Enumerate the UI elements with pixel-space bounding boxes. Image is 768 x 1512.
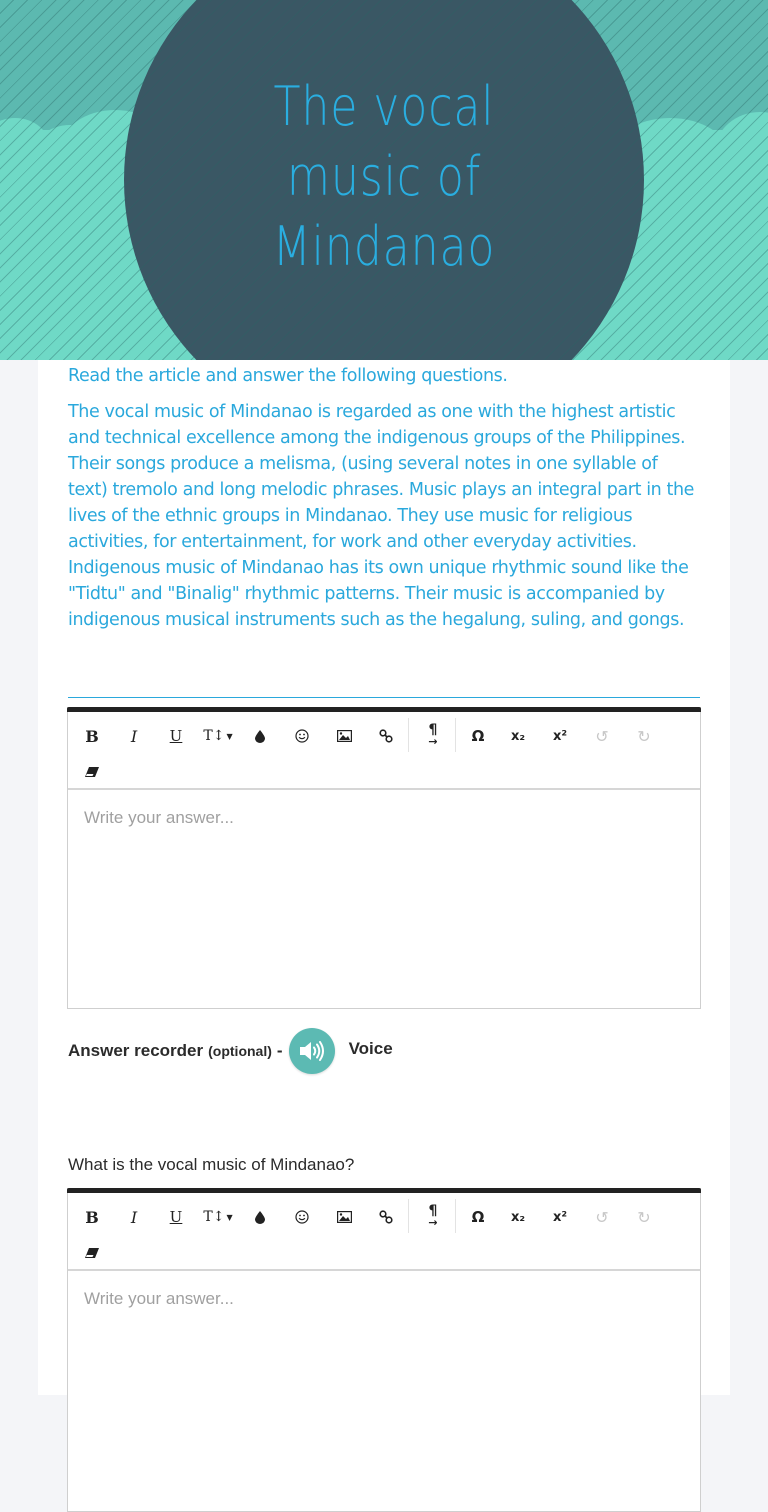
image-icon bbox=[336, 1211, 352, 1223]
text-size-icon: T↕ bbox=[203, 728, 225, 744]
superscript-icon: x² bbox=[552, 1209, 568, 1225]
redo-button[interactable]: ↻ bbox=[626, 1201, 662, 1233]
answer-input[interactable]: Write your answer... bbox=[68, 790, 700, 1008]
editor-toolbar: B I U T↕ ▼ ¶ → Ω x₂ x² ↺ ↻ bbox=[68, 1193, 700, 1271]
underline-icon: U bbox=[169, 727, 183, 745]
header-banner: The vocal music of Mindanao bbox=[0, 0, 768, 360]
speaker-icon bbox=[299, 1041, 324, 1061]
undo-icon: ↺ bbox=[595, 726, 609, 746]
emoji-button[interactable] bbox=[284, 720, 320, 752]
bold-icon: B bbox=[85, 1207, 99, 1227]
underline-button[interactable]: U bbox=[158, 720, 194, 752]
image-icon bbox=[336, 730, 352, 742]
undo-button[interactable]: ↺ bbox=[584, 720, 620, 752]
toolbar-separator bbox=[455, 718, 456, 752]
link-button[interactable] bbox=[368, 1201, 404, 1233]
special-character-icon: Ω bbox=[471, 1208, 485, 1226]
image-button[interactable] bbox=[326, 720, 362, 752]
superscript-button[interactable]: x² bbox=[542, 1201, 578, 1233]
redo-button[interactable]: ↻ bbox=[626, 720, 662, 752]
recorder-optional-label: (optional) bbox=[208, 1043, 272, 1059]
recorder-dash: - bbox=[276, 1041, 283, 1060]
image-button[interactable] bbox=[326, 1201, 362, 1233]
bold-button[interactable]: B bbox=[74, 1201, 110, 1233]
color-drop-icon bbox=[255, 729, 265, 743]
chevron-down-icon: ▼ bbox=[226, 1212, 233, 1222]
emoji-button[interactable] bbox=[284, 1201, 320, 1233]
subscript-icon: x₂ bbox=[510, 1209, 526, 1225]
text-size-button[interactable]: T↕ ▼ bbox=[200, 720, 236, 752]
subscript-icon: x₂ bbox=[510, 728, 526, 744]
arrow-right-icon: → bbox=[428, 735, 438, 748]
chevron-down-icon: ▼ bbox=[226, 731, 233, 741]
title-line: music of bbox=[286, 145, 482, 208]
toolbar-separator bbox=[408, 1199, 409, 1233]
editor-toolbar: B I U T↕ ▼ ¶ → Ω x₂ x² ↺ ↻ bbox=[68, 712, 700, 790]
paragraph-direction-button[interactable]: ¶ → bbox=[415, 1201, 451, 1233]
superscript-icon: x² bbox=[552, 728, 568, 744]
question-text: What is the vocal music of Mindanao? bbox=[68, 1155, 355, 1174]
article-passage: The vocal music of Mindanao is regarded … bbox=[68, 402, 695, 630]
underline-icon: U bbox=[169, 1208, 183, 1226]
answer-placeholder: Write your answer... bbox=[84, 1289, 234, 1308]
superscript-button[interactable]: x² bbox=[542, 720, 578, 752]
title-line: Mindanao bbox=[272, 215, 496, 278]
link-button[interactable] bbox=[368, 720, 404, 752]
subscript-button[interactable]: x₂ bbox=[500, 1201, 536, 1233]
clear-format-button[interactable] bbox=[74, 756, 110, 788]
subscript-button[interactable]: x₂ bbox=[500, 720, 536, 752]
emoji-icon bbox=[295, 1210, 309, 1224]
question-answer-editor: B I U T↕ ▼ ¶ → Ω x₂ x² ↺ ↻ Write your an… bbox=[67, 1188, 701, 1512]
color-drop-icon bbox=[255, 1210, 265, 1224]
special-character-icon: Ω bbox=[471, 727, 485, 745]
clear-format-button[interactable] bbox=[74, 1237, 110, 1269]
instructions-lead: Read the article and answer the followin… bbox=[68, 366, 508, 386]
paragraph-direction-button[interactable]: ¶ → bbox=[415, 720, 451, 752]
title-line: The vocal bbox=[273, 75, 495, 138]
voice-label: Voice bbox=[348, 1039, 393, 1058]
link-icon bbox=[379, 1210, 393, 1224]
redo-icon: ↻ bbox=[637, 726, 651, 746]
text-size-icon: T↕ bbox=[203, 1209, 225, 1225]
underline-button[interactable]: U bbox=[158, 1201, 194, 1233]
italic-icon: I bbox=[130, 1207, 138, 1227]
bold-button[interactable]: B bbox=[74, 720, 110, 752]
worksheet-card: Read the article and answer the followin… bbox=[38, 335, 730, 1512]
text-color-button[interactable] bbox=[242, 720, 278, 752]
divider bbox=[68, 697, 700, 698]
recorder-label: Answer recorder bbox=[68, 1041, 204, 1060]
emoji-icon bbox=[295, 729, 309, 743]
redo-icon: ↻ bbox=[637, 1207, 651, 1227]
italic-icon: I bbox=[130, 726, 138, 746]
italic-button[interactable]: I bbox=[116, 720, 152, 752]
voice-record-button[interactable] bbox=[288, 1028, 335, 1074]
instructions-block: Read the article and answer the followin… bbox=[68, 363, 700, 643]
bold-icon: B bbox=[85, 726, 99, 746]
toolbar-separator bbox=[455, 1199, 456, 1233]
toolbar-separator bbox=[408, 718, 409, 752]
page-title: The vocal music of Mindanao bbox=[220, 72, 548, 282]
answer-editor: B I U T↕ ▼ ¶ → Ω x₂ x² ↺ ↻ Write your an… bbox=[67, 707, 701, 1009]
link-icon bbox=[379, 729, 393, 743]
text-color-button[interactable] bbox=[242, 1201, 278, 1233]
question-answer-input[interactable]: Write your answer... bbox=[68, 1271, 700, 1511]
text-size-button[interactable]: T↕ ▼ bbox=[200, 1201, 236, 1233]
undo-button[interactable]: ↺ bbox=[584, 1201, 620, 1233]
answer-recorder: Answer recorder (optional) - Voice bbox=[68, 1027, 393, 1075]
arrow-right-icon: → bbox=[428, 1216, 438, 1229]
special-character-button[interactable]: Ω bbox=[460, 1201, 496, 1233]
clear-format-icon bbox=[85, 767, 99, 777]
special-character-button[interactable]: Ω bbox=[460, 720, 496, 752]
italic-button[interactable]: I bbox=[116, 1201, 152, 1233]
undo-icon: ↺ bbox=[595, 1207, 609, 1227]
answer-placeholder: Write your answer... bbox=[84, 808, 234, 827]
clear-format-icon bbox=[85, 1248, 99, 1258]
